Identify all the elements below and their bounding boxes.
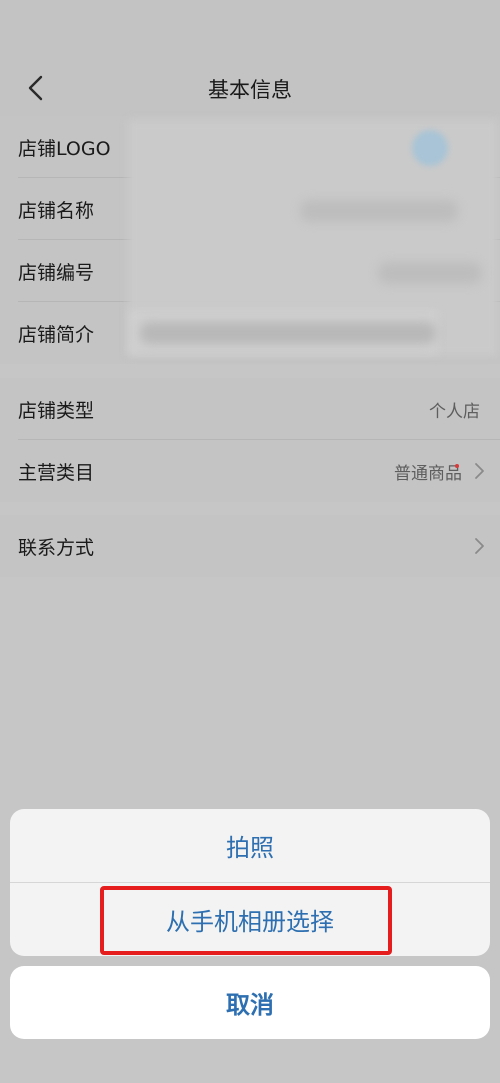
- shop-type-row: 店铺类型 个人店: [0, 378, 500, 440]
- redacted-value: [378, 262, 482, 284]
- shop-number-label: 店铺编号: [18, 261, 95, 284]
- highlight-box: [100, 886, 392, 955]
- contact-label: 联系方式: [18, 536, 95, 559]
- page-title: 基本信息: [208, 78, 292, 102]
- chevron-right-icon: [475, 463, 484, 479]
- shop-name-label: 店铺名称: [18, 199, 95, 222]
- contact-row[interactable]: 联系方式: [0, 515, 500, 577]
- redacted-value: [140, 322, 436, 344]
- shop-intro-label: 店铺简介: [18, 323, 95, 346]
- shop-logo-avatar: [412, 130, 448, 166]
- shop-logo-label: 店铺LOGO: [18, 137, 111, 160]
- cancel-button[interactable]: 取消: [10, 966, 490, 1039]
- main-category-value: 普通商品: [394, 463, 462, 484]
- take-photo-button[interactable]: 拍照: [10, 809, 490, 882]
- navigation-bar: 基本信息: [0, 60, 500, 116]
- status-bar-area: [0, 0, 500, 60]
- main-category-row[interactable]: 主营类目 普通商品: [0, 440, 500, 502]
- main-category-label: 主营类目: [18, 461, 95, 484]
- contact-group: 联系方式: [0, 515, 500, 577]
- redacted-value: [300, 200, 458, 222]
- shop-type-value: 个人店: [429, 401, 480, 422]
- basic-info-group: 店铺LOGO 店铺名称 店铺编号 店铺简介: [0, 116, 500, 364]
- required-dot: [455, 464, 459, 468]
- shop-type-label: 店铺类型: [18, 399, 95, 422]
- chevron-right-icon: [475, 538, 484, 554]
- shop-type-group: 店铺类型 个人店 主营类目 普通商品: [0, 378, 500, 502]
